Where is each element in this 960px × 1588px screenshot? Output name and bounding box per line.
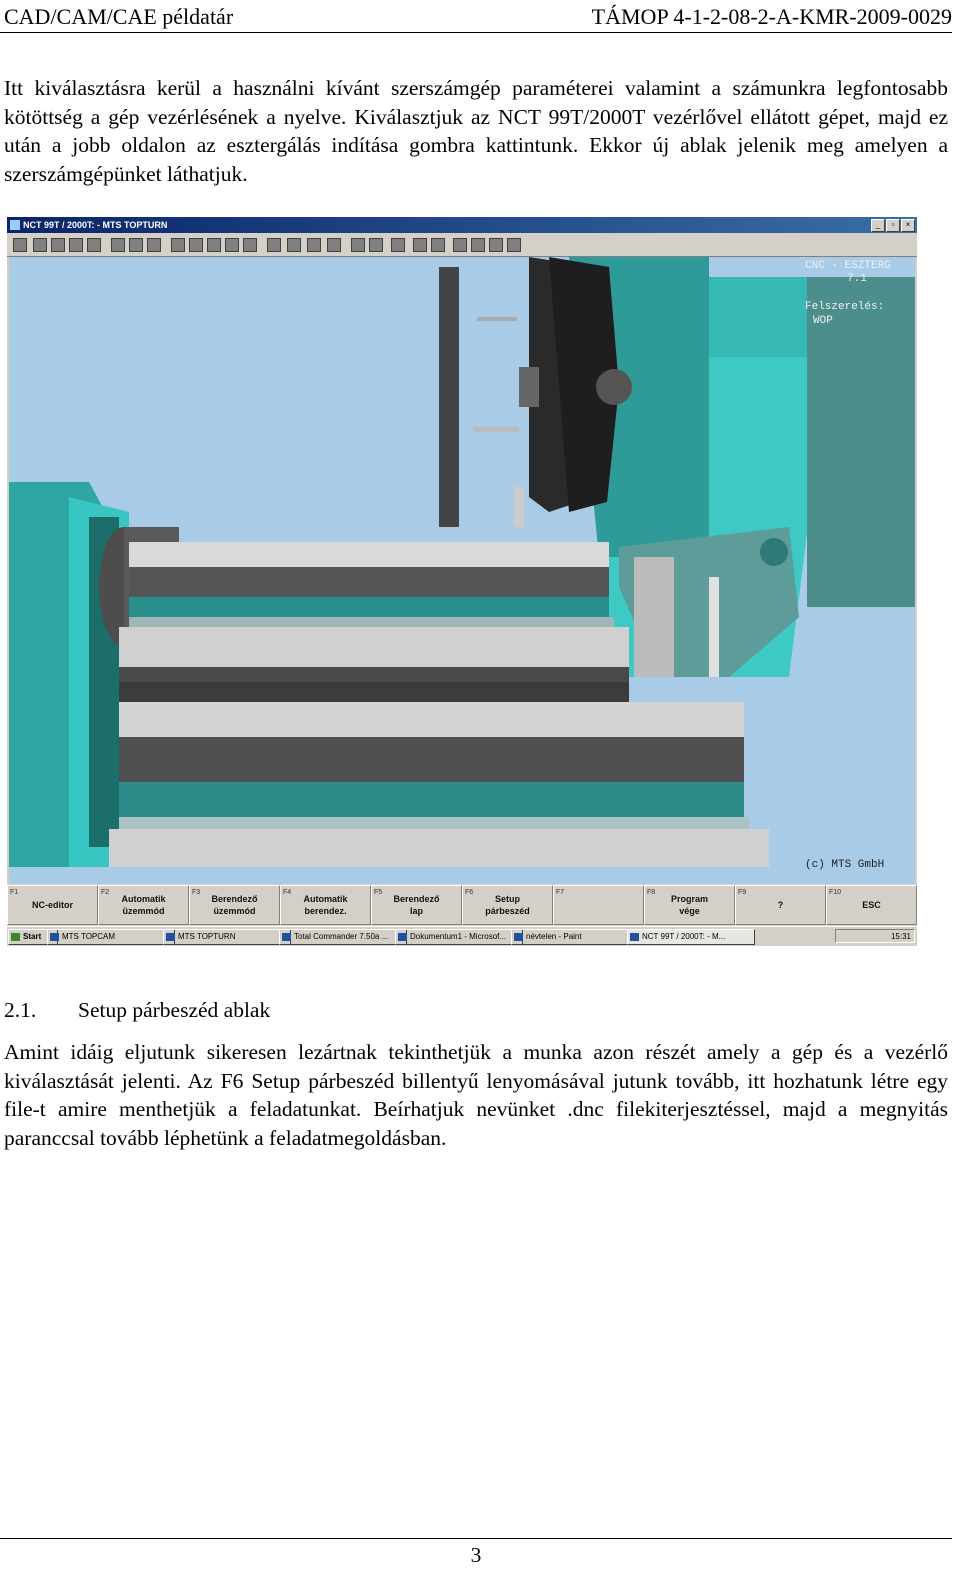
close-icon[interactable]: × bbox=[901, 219, 915, 232]
header-left-title: CAD/CAM/CAE példatár bbox=[4, 4, 234, 29]
zoom-out-icon[interactable] bbox=[431, 238, 445, 252]
f7-empty-button[interactable]: F7 bbox=[553, 885, 644, 925]
f8-program-end-button[interactable]: F8 Program vége bbox=[644, 885, 735, 925]
cnc-version-label: 7.1 bbox=[847, 273, 867, 285]
page-number: 3 bbox=[470, 1543, 482, 1567]
f4-automatic-setup-button[interactable]: F4 Automatik berendez. bbox=[280, 885, 371, 925]
app-icon bbox=[398, 933, 407, 941]
header-right-code: TÁMOP 4-1-2-08-2-A-KMR-2009-0029 bbox=[591, 4, 952, 29]
toolbar-button-icon[interactable] bbox=[489, 238, 503, 252]
app-icon bbox=[166, 933, 175, 941]
f5-setup-sheet-button[interactable]: F5 Berendező lap bbox=[371, 885, 462, 925]
window-title: NCT 99T / 2000T: - MTS TOPTURN bbox=[23, 220, 168, 230]
footer-rule bbox=[0, 1538, 952, 1539]
toolbar-button-icon[interactable] bbox=[111, 238, 125, 252]
windows-taskbar: Start MTS TOPCAM MTS TOPTURN Total Comma… bbox=[7, 926, 917, 946]
toolbar-button-icon[interactable] bbox=[287, 238, 301, 252]
cnc-type-label: CNC - ESZTERG bbox=[805, 260, 891, 272]
restore-icon[interactable]: ▫ bbox=[886, 219, 900, 232]
toolbar-button-icon[interactable] bbox=[369, 238, 383, 252]
taskbar-item-active[interactable]: NCT 99T / 2000T: - M... bbox=[627, 929, 755, 945]
toolbar-button-icon[interactable] bbox=[69, 238, 83, 252]
app-icon bbox=[630, 933, 639, 941]
function-key-bar: F1 NC-editor F2 Automatik üzemmód F3 Berend… bbox=[7, 885, 917, 925]
toolbar-button-icon[interactable] bbox=[267, 238, 281, 252]
toolbar-button-icon[interactable] bbox=[87, 238, 101, 252]
toolbar-button-icon[interactable] bbox=[13, 238, 27, 252]
taskbar-item[interactable]: névtelen - Paint bbox=[511, 929, 639, 945]
toolbar-button-icon[interactable] bbox=[327, 238, 341, 252]
toolbar-button-icon[interactable] bbox=[307, 238, 321, 252]
toolbar-button-icon[interactable] bbox=[207, 238, 221, 252]
toolbar-button-icon[interactable] bbox=[471, 238, 485, 252]
application-screenshot: NCT 99T / 2000T: - MTS TOPTURN _ ▫ × CNC… bbox=[7, 217, 917, 946]
app-icon bbox=[10, 220, 20, 230]
page-header: CAD/CAM/CAE példatár TÁMOP 4-1-2-08-2-A-… bbox=[0, 2, 952, 33]
f9-help-button[interactable]: F9? bbox=[735, 885, 826, 925]
toolbar-button-icon[interactable] bbox=[507, 238, 521, 252]
zoom-icon[interactable] bbox=[391, 238, 405, 252]
toolbar-button-icon[interactable] bbox=[171, 238, 185, 252]
toolbar-button-icon[interactable] bbox=[33, 238, 47, 252]
toolbar bbox=[7, 234, 917, 257]
machine-3d-viewport[interactable]: CNC - ESZTERG 7.1 Felszerelés: WOP (c) M… bbox=[9, 257, 915, 884]
zoom-in-icon[interactable] bbox=[413, 238, 427, 252]
toolbar-button-icon[interactable] bbox=[129, 238, 143, 252]
app-icon bbox=[514, 933, 523, 941]
window-titlebar: NCT 99T / 2000T: - MTS TOPTURN _ ▫ × bbox=[7, 217, 917, 233]
section-title: Setup párbeszéd ablak bbox=[78, 998, 271, 1022]
copyright-label: (c) MTS GmbH bbox=[805, 859, 885, 871]
section-heading: 2.1. Setup párbeszéd ablak bbox=[4, 998, 270, 1023]
setup-paragraph: Amint idáig eljutunk sikeresen lezártnak… bbox=[4, 1038, 948, 1153]
f2-automatic-mode-button[interactable]: F2 Automatik üzemmód bbox=[98, 885, 189, 925]
f10-escape-button[interactable]: F10 ESC bbox=[826, 885, 917, 925]
toolbar-button-icon[interactable] bbox=[453, 238, 467, 252]
windows-logo-icon bbox=[11, 933, 20, 941]
intro-paragraph: Itt kiválasztásra kerül a használni kívá… bbox=[4, 74, 948, 189]
toolbar-button-icon[interactable] bbox=[243, 238, 257, 252]
toolbar-button-icon[interactable] bbox=[147, 238, 161, 252]
setup-mode-label: Felszerelés: bbox=[805, 301, 885, 313]
toolbar-button-icon[interactable] bbox=[225, 238, 239, 252]
f6-setup-dialog-button[interactable]: F6 Setup párbeszéd bbox=[462, 885, 553, 925]
minimize-icon[interactable]: _ bbox=[871, 219, 885, 232]
section-number: 2.1. bbox=[4, 998, 37, 1022]
taskbar-item[interactable]: MTS TOPCAM bbox=[47, 929, 175, 945]
toolbar-button-icon[interactable] bbox=[189, 238, 203, 252]
setup-mode-value: WOP bbox=[813, 315, 833, 327]
system-tray: 15:31 bbox=[835, 929, 915, 943]
taskbar-item[interactable]: MTS TOPTURN bbox=[163, 929, 291, 945]
lathe-rendering bbox=[9, 257, 915, 884]
toolbar-button-icon[interactable] bbox=[351, 238, 365, 252]
f1-nc-editor-button[interactable]: F1 NC-editor bbox=[7, 885, 98, 925]
taskbar-item[interactable]: Dokumentum1 - Microsof... bbox=[395, 929, 523, 945]
toolbar-button-icon[interactable] bbox=[51, 238, 65, 252]
taskbar-item[interactable]: Total Commander 7.50a ... bbox=[279, 929, 407, 945]
app-icon bbox=[50, 933, 59, 941]
f3-setup-mode-button[interactable]: F3 Berendező üzemmód bbox=[189, 885, 280, 925]
app-icon bbox=[282, 933, 291, 941]
clock: 15:31 bbox=[890, 932, 911, 941]
